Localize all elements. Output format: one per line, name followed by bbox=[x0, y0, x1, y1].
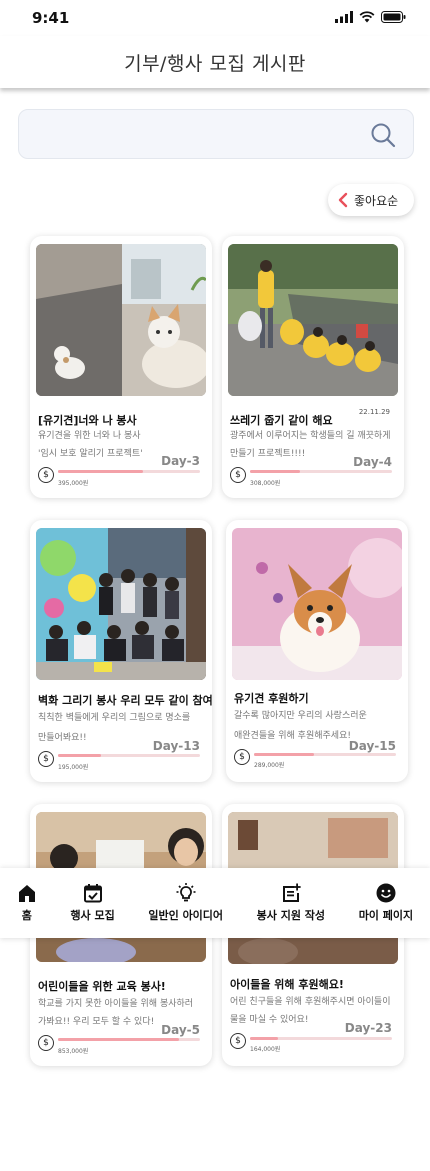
days-left: Day-15 bbox=[348, 739, 396, 753]
status-bar: 9:41 bbox=[0, 0, 430, 36]
donation-coin-icon: $ bbox=[38, 467, 54, 483]
nav-my-page[interactable]: 마이 페이지 bbox=[359, 883, 413, 923]
calendar-icon bbox=[83, 884, 102, 903]
nav-home[interactable]: 홈 bbox=[17, 883, 37, 923]
days-left: Day-23 bbox=[344, 1021, 392, 1035]
page-header: 기부/행사 모집 게시판 bbox=[0, 36, 430, 88]
sort-button[interactable]: 좋아요순 bbox=[328, 184, 414, 216]
search-icon[interactable] bbox=[369, 121, 397, 149]
nav-label: 행사 모집 bbox=[70, 909, 115, 922]
signal-icon bbox=[335, 11, 353, 23]
bottom-navigation: 홈 행사 모집 일반인 아이디어 봉사 지원 작성 마이 페이지 bbox=[0, 868, 430, 938]
status-icons bbox=[335, 11, 406, 23]
post-date: 22.11.29 bbox=[358, 408, 390, 416]
progress-bar bbox=[250, 1037, 392, 1040]
smiley-icon bbox=[376, 883, 396, 903]
nav-label: 마이 페이지 bbox=[358, 909, 414, 922]
progress-fill bbox=[58, 754, 101, 757]
card-photo bbox=[36, 528, 206, 680]
card-title: 유기견 후원하기 bbox=[234, 692, 309, 705]
card-title: 벽화 그리기 봉사 우리 모두 같이 참여! bbox=[38, 694, 212, 707]
donation-coin-icon: $ bbox=[230, 1033, 246, 1049]
campaign-card[interactable]: [유기견]너와 나 봉사 유기견을 위한 너와 나 봉사 '임시 보호 알리기 … bbox=[30, 236, 212, 498]
card-photo bbox=[228, 244, 398, 396]
search-input[interactable] bbox=[33, 122, 363, 148]
campaign-card[interactable]: 쓰레기 줍기 같이 해요 22.11.29 광주에서 이루어지는 학생들의 길 … bbox=[222, 236, 404, 498]
days-left: Day-13 bbox=[152, 739, 200, 753]
card-title: 어린이들을 위한 교육 봉사! bbox=[38, 980, 166, 993]
donation-coin-icon: $ bbox=[38, 1035, 54, 1051]
lightbulb-icon bbox=[176, 883, 196, 902]
progress-fill bbox=[250, 470, 300, 473]
raised-amount: 289,000원 bbox=[254, 762, 285, 769]
progress-fill bbox=[254, 753, 314, 756]
nav-label: 홈 bbox=[21, 909, 32, 922]
card-description: 갈수록 많아지만 우리의 사랑스러운 bbox=[234, 711, 367, 721]
card-description: 어린 친구들을 위해 후원해주시면 아이들이 bbox=[230, 997, 391, 1007]
raised-amount: 164,000원 bbox=[250, 1046, 281, 1053]
home-icon bbox=[18, 885, 35, 902]
card-photo bbox=[36, 244, 206, 396]
nav-event-recruit[interactable]: 행사 모집 bbox=[70, 883, 115, 923]
nav-label: 봉사 지원 작성 bbox=[256, 909, 326, 922]
card-description: 유기견을 위한 너와 나 봉사 bbox=[38, 431, 141, 441]
progress-bar bbox=[58, 470, 200, 473]
days-left: Day-4 bbox=[353, 455, 392, 469]
card-title: 아이들을 위해 후원해요! bbox=[230, 978, 344, 991]
sort-label: 좋아요순 bbox=[354, 193, 399, 208]
donation-coin-icon: $ bbox=[38, 751, 54, 767]
progress-fill bbox=[58, 470, 144, 473]
donation-coin-icon: $ bbox=[230, 467, 246, 483]
card-description: 학교를 가지 못한 아이들을 위해 봉사하러 bbox=[38, 999, 194, 1009]
nav-volunteer-apply[interactable]: 봉사 지원 작성 bbox=[257, 883, 325, 923]
status-time: 9:41 bbox=[32, 9, 70, 27]
card-description: 칙칙한 벽들에게 우리의 그림으로 명소를 bbox=[38, 713, 191, 723]
note-add-icon bbox=[282, 883, 301, 902]
card-photo bbox=[232, 528, 402, 680]
campaign-card[interactable]: 유기견 후원하기 갈수록 많아지만 우리의 사랑스러운 애완견들을 위해 후원해… bbox=[226, 520, 408, 782]
progress-bar bbox=[58, 754, 200, 757]
days-left: Day-5 bbox=[161, 1023, 200, 1037]
nav-public-ideas[interactable]: 일반인 아이디어 bbox=[148, 883, 223, 923]
card-description: 광주에서 이루어지는 학생들의 길 깨끗하게 bbox=[230, 431, 391, 441]
wifi-icon bbox=[359, 11, 375, 23]
progress-bar bbox=[254, 753, 396, 756]
raised-amount: 395,000원 bbox=[58, 480, 89, 487]
progress-bar bbox=[58, 1038, 200, 1041]
progress-bar bbox=[250, 470, 392, 473]
page-title: 기부/행사 모집 게시판 bbox=[124, 52, 306, 75]
days-left: Day-3 bbox=[161, 454, 200, 468]
battery-icon bbox=[381, 11, 406, 23]
raised-amount: 308,000원 bbox=[250, 480, 281, 487]
campaign-card[interactable]: 벽화 그리기 봉사 우리 모두 같이 참여! 칙칙한 벽들에게 우리의 그림으로… bbox=[30, 520, 212, 782]
progress-fill bbox=[58, 1038, 179, 1041]
chevron-left-icon bbox=[338, 192, 348, 208]
search-bar bbox=[18, 109, 414, 159]
raised-amount: 853,000원 bbox=[58, 1048, 89, 1055]
progress-fill bbox=[250, 1037, 279, 1040]
nav-label: 일반인 아이디어 bbox=[148, 909, 224, 922]
raised-amount: 195,000원 bbox=[58, 764, 89, 771]
donation-coin-icon: $ bbox=[234, 749, 250, 765]
